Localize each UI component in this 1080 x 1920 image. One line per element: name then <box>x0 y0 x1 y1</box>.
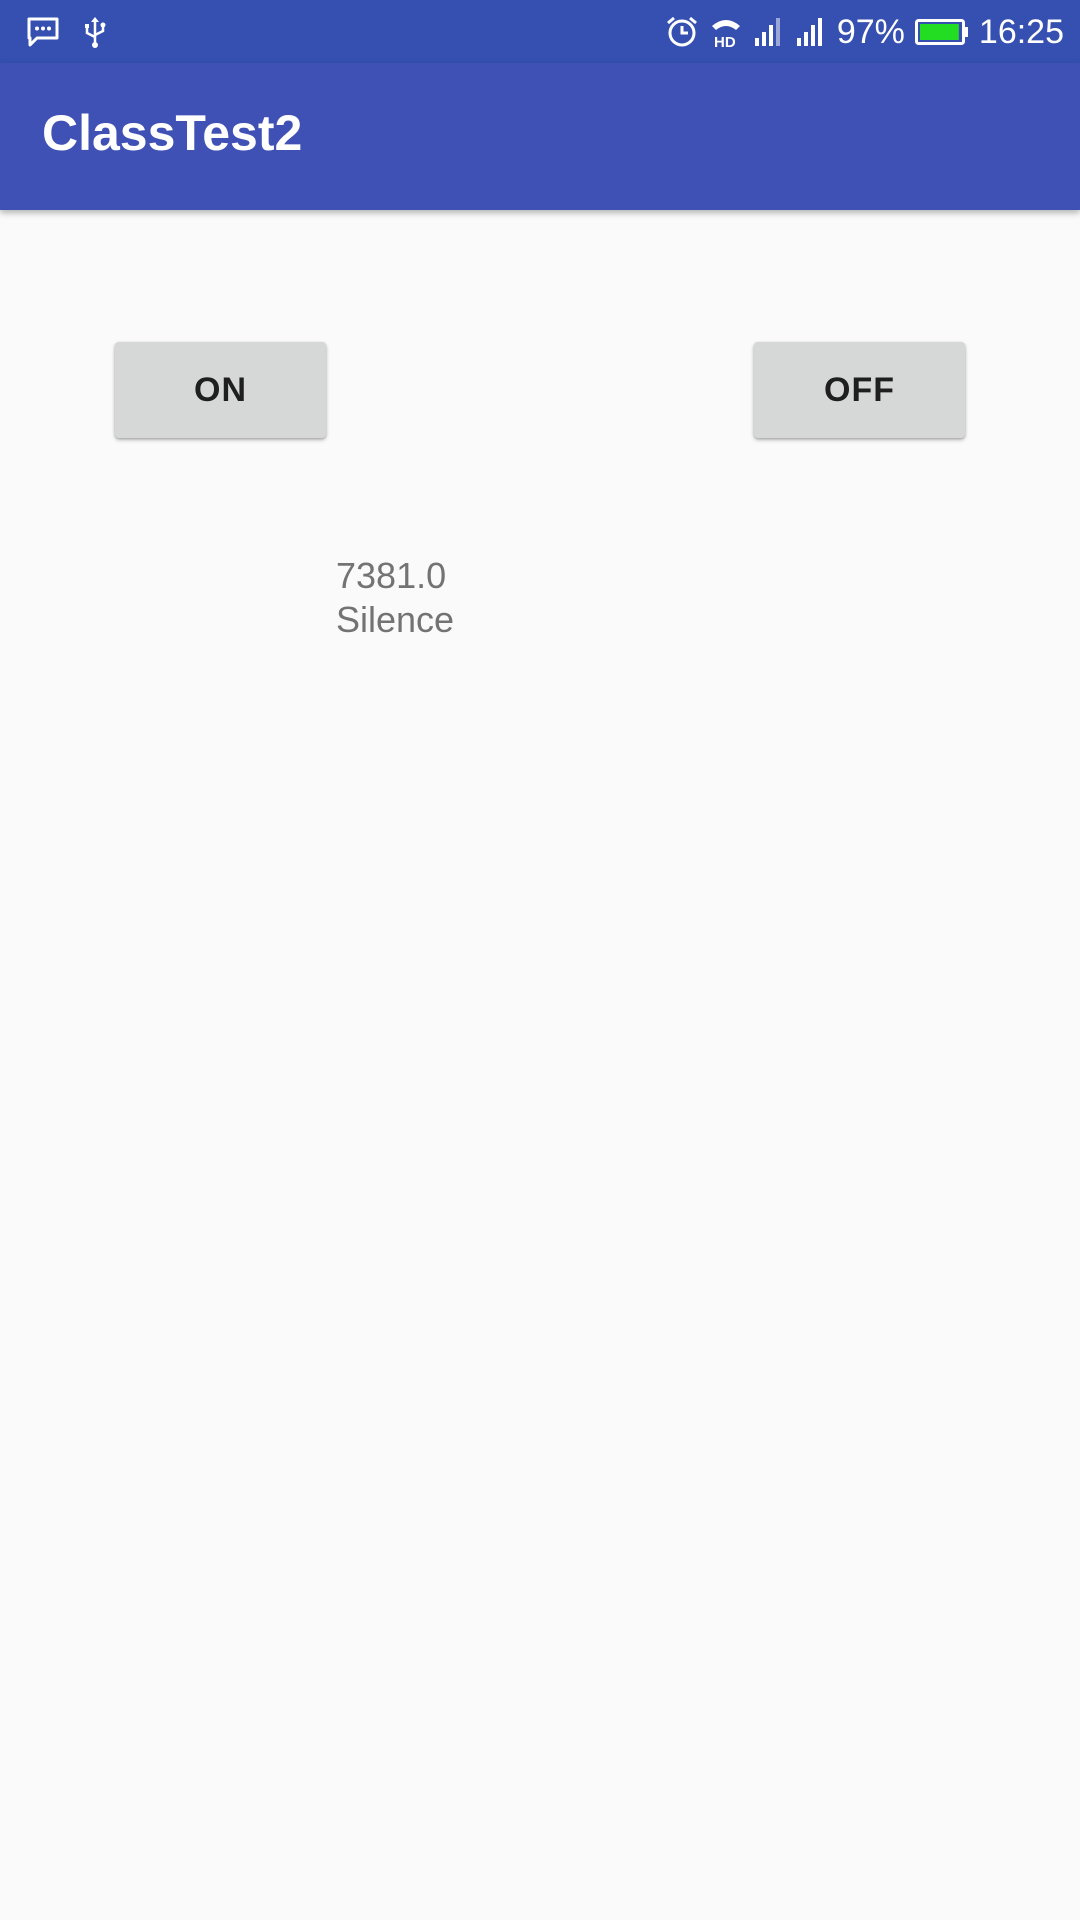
readout: 7381.0 Silence <box>336 554 454 642</box>
readout-value: 7381.0 <box>336 555 447 596</box>
battery-icon <box>914 17 969 47</box>
clock: 16:25 <box>978 13 1064 51</box>
signal-icon <box>795 16 827 48</box>
hd-voice-icon: HD <box>709 15 743 49</box>
off-button[interactable]: OFF <box>754 342 965 438</box>
on-button[interactable]: ON <box>115 342 326 438</box>
alarm-icon <box>665 15 699 49</box>
svg-text:HD: HD <box>714 34 736 49</box>
status-bar-left <box>26 12 108 52</box>
battery-percent: 97% <box>836 13 905 51</box>
status-bar-right: HD 97% 16:25 <box>665 10 1064 54</box>
status-bar: HD 97% 16:25 <box>0 0 1080 63</box>
signal-icon <box>753 16 785 48</box>
usb-icon <box>82 15 108 49</box>
readout-status: Silence <box>336 599 455 640</box>
app-bar: ClassTest2 <box>0 63 1080 210</box>
message-icon <box>26 16 60 48</box>
app-title: ClassTest2 <box>42 105 303 161</box>
